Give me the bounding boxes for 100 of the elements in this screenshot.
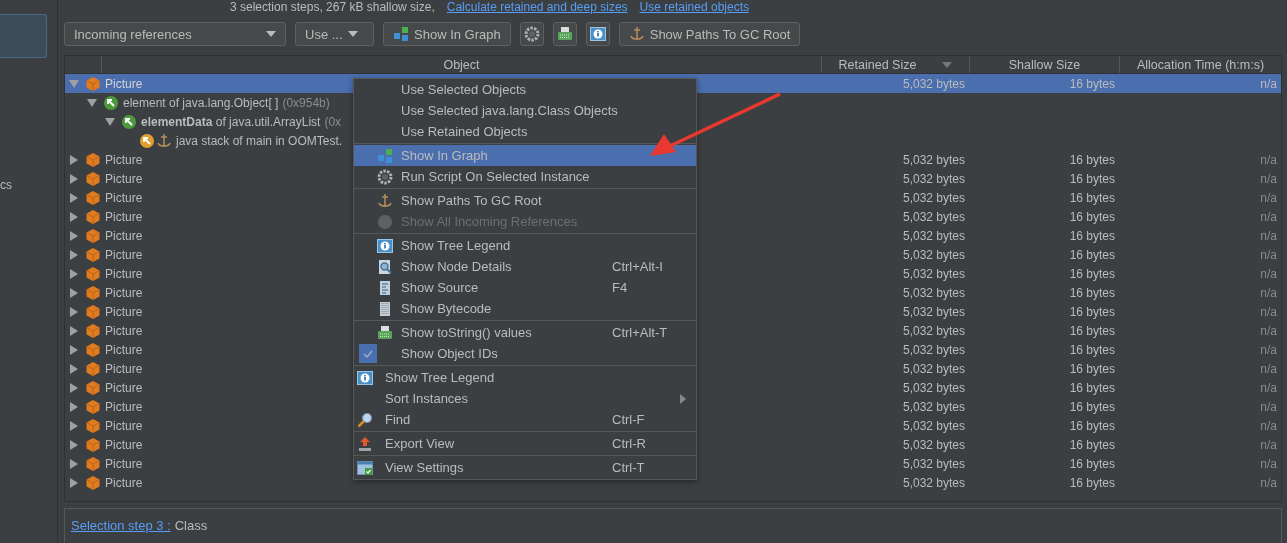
table-cell-text: 16 bytes xyxy=(1068,285,1116,300)
tree-node-label[interactable]: Picture xyxy=(105,209,143,224)
expand-arrow-icon[interactable] xyxy=(87,97,97,108)
expand-arrow-icon[interactable] xyxy=(69,382,79,393)
link[interactable]: Use retained objects xyxy=(639,0,749,16)
tree-node-label[interactable]: Picture xyxy=(105,437,143,452)
menu-item[interactable]: Show Source F4 xyxy=(354,277,696,298)
expand-arrow-icon[interactable] xyxy=(69,344,79,355)
tree-node-label[interactable]: Picture xyxy=(105,190,143,205)
table-cell-text: 16 bytes xyxy=(1068,76,1116,91)
tree-node-label[interactable]: Picture xyxy=(105,228,143,243)
table-cell-text: 16 bytes xyxy=(1068,152,1116,167)
table-cell-text: 16 bytes xyxy=(1068,228,1116,243)
cube-icon xyxy=(85,455,101,472)
table-cell-text: n/a xyxy=(1259,361,1278,376)
cube-icon xyxy=(85,284,101,301)
expand-arrow-icon[interactable] xyxy=(69,249,79,260)
expand-arrow-icon[interactable] xyxy=(69,173,79,184)
menu-item[interactable]: Use Selected Objects xyxy=(354,79,696,100)
tree-node-label[interactable]: Picture xyxy=(105,456,143,471)
printer-icon xyxy=(377,324,393,341)
use-button[interactable]: Use ... xyxy=(295,22,374,46)
tree-node-label[interactable]: Picture xyxy=(105,475,143,490)
column-header[interactable]: Shallow Size xyxy=(969,56,1119,73)
tree-node-label[interactable]: Picture xyxy=(105,266,143,281)
tree-node-label[interactable]: Picture xyxy=(105,171,143,186)
expand-arrow-icon[interactable] xyxy=(69,268,79,279)
expand-arrow-icon[interactable] xyxy=(69,458,79,469)
tree-node-label[interactable]: Picture xyxy=(105,304,143,319)
tree-node-label[interactable]: java stack of main in OOMTest. xyxy=(176,133,343,148)
toolbar-icon-button[interactable] xyxy=(552,22,577,46)
link[interactable]: Calculate retained and deep sizes xyxy=(446,0,628,16)
menu-item[interactable]: Show Node Details Ctrl+Alt-I xyxy=(354,256,696,277)
expand-arrow-icon[interactable] xyxy=(69,154,79,165)
menu-item[interactable]: View Settings Ctrl-T xyxy=(354,457,696,478)
expand-arrow-icon[interactable] xyxy=(69,287,79,298)
menu-item[interactable]: Show Tree Legend xyxy=(354,367,696,388)
anchor-icon xyxy=(377,192,393,209)
tree-node-label[interactable]: Picture xyxy=(105,361,143,376)
tree-node-label[interactable]: elementData of java.util.ArrayList xyxy=(141,114,321,129)
selection-step-link[interactable]: Selection step 3 : xyxy=(71,518,171,543)
menu-item[interactable]: Use Retained Objects xyxy=(354,121,696,142)
expand-arrow-icon[interactable] xyxy=(69,306,79,317)
column-header[interactable]: Allocation Time (h:m:s) xyxy=(1119,56,1281,73)
tree-node-label[interactable]: Picture xyxy=(105,399,143,414)
caret-icon xyxy=(347,31,358,37)
menu-item[interactable]: Export View Ctrl-R xyxy=(354,433,696,454)
tree-node-label[interactable]: element of java.lang.Object[ ] xyxy=(123,95,279,110)
table-cell-text: 16 bytes xyxy=(1068,323,1116,338)
tree-node-label[interactable]: Picture xyxy=(105,323,143,338)
menu-item[interactable]: Find Ctrl-F xyxy=(354,409,696,430)
tree-node-label[interactable]: Picture xyxy=(105,152,143,167)
tree-node-label[interactable]: Picture xyxy=(105,285,143,300)
expand-arrow-icon[interactable] xyxy=(69,363,79,374)
view-dropdown[interactable]: Incoming references xyxy=(64,22,286,46)
column-header[interactable]: Retained Size xyxy=(821,56,969,73)
menu-item[interactable]: Use Selected java.lang.Class Objects xyxy=(354,100,696,121)
sidebar-item[interactable]: cs xyxy=(0,177,12,193)
table-cell-text: 5,032 bytes xyxy=(901,475,966,490)
table-cell-text: 16 bytes xyxy=(1068,456,1116,471)
tree-node-label[interactable]: Picture xyxy=(105,247,143,262)
toolbar-button[interactable]: Show Paths To GC Root xyxy=(618,22,801,46)
export-icon xyxy=(357,435,373,452)
table-cell-text: n/a xyxy=(1259,266,1278,281)
expand-arrow-icon[interactable] xyxy=(69,420,79,431)
expand-arrow-icon[interactable] xyxy=(69,325,79,336)
menu-item[interactable]: Show Bytecode xyxy=(354,298,696,319)
table-cell-text: 16 bytes xyxy=(1068,171,1116,186)
menu-item[interactable]: Run Script On Selected Instance xyxy=(354,166,696,187)
cube-icon xyxy=(85,227,101,244)
expand-arrow-icon[interactable] xyxy=(69,192,79,203)
menu-item[interactable]: Sort Instances xyxy=(354,388,696,409)
tree-node-label[interactable]: Picture xyxy=(105,418,143,433)
column-header[interactable]: Object xyxy=(101,56,821,73)
expand-arrow-icon[interactable] xyxy=(69,439,79,450)
tree-node-label[interactable]: Picture xyxy=(105,76,143,91)
expand-arrow-icon[interactable] xyxy=(69,211,79,222)
menu-item[interactable]: Show Object IDs xyxy=(354,343,696,364)
menu-item[interactable]: Show Paths To GC Root xyxy=(354,190,696,211)
toolbar-icon-button[interactable] xyxy=(519,22,544,46)
toolbar-button[interactable]: Show In Graph xyxy=(383,22,511,46)
tree-node-label[interactable]: Picture xyxy=(105,342,143,357)
expand-arrow-icon[interactable] xyxy=(69,230,79,241)
cube-icon xyxy=(85,170,101,187)
cube-icon xyxy=(85,322,101,339)
toolbar-icon-button[interactable] xyxy=(585,22,610,46)
table-cell-text: 5,032 bytes xyxy=(901,399,966,414)
expand-arrow-icon[interactable] xyxy=(69,477,79,488)
checkbox[interactable] xyxy=(359,344,377,363)
table-cell-text: n/a xyxy=(1259,209,1278,224)
cube-icon xyxy=(85,265,101,282)
check-icon xyxy=(363,349,373,358)
menu-item[interactable]: Show toString() values Ctrl+Alt-T xyxy=(354,322,696,343)
menu-item[interactable]: Show Tree Legend xyxy=(354,235,696,256)
expand-arrow-icon[interactable] xyxy=(105,116,115,127)
table-cell-text: n/a xyxy=(1259,418,1278,433)
table-cell-text: n/a xyxy=(1259,152,1278,167)
table-cell-text: n/a xyxy=(1259,380,1278,395)
expand-arrow-icon[interactable] xyxy=(69,401,79,412)
tree-node-label[interactable]: Picture xyxy=(105,380,143,395)
